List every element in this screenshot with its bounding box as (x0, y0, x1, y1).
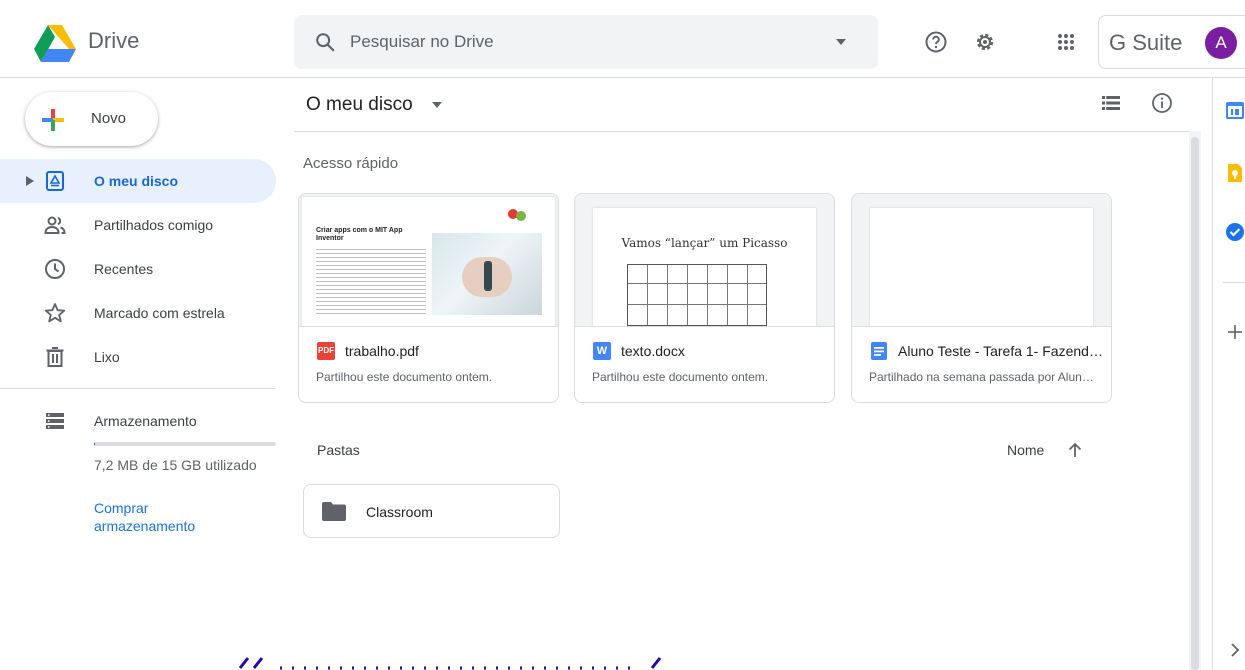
shared-people-icon (44, 216, 66, 234)
settings-gear-icon[interactable] (973, 30, 997, 54)
sidebar-item-storage[interactable]: Armazenamento (0, 399, 276, 443)
file-activity: Partilhou este documento ontem. (316, 370, 493, 384)
sort-ascending-arrow-icon[interactable] (1066, 441, 1084, 459)
search-input[interactable] (350, 29, 810, 55)
trash-icon (46, 347, 64, 367)
info-icon[interactable] (1151, 92, 1173, 114)
docx-preview-heading: Vamos “lançar” um Picasso (621, 236, 788, 250)
my-drive-icon (46, 171, 64, 191)
search-bar[interactable] (294, 15, 878, 69)
add-addon-plus-icon[interactable] (1225, 322, 1245, 342)
docx-preview-table (627, 264, 767, 326)
pdf-preview-text-lines (316, 247, 426, 317)
title-dropdown-caret-icon[interactable] (432, 102, 442, 108)
expand-side-panel-chevron-icon[interactable] (1225, 640, 1245, 660)
search-icon[interactable] (314, 31, 336, 53)
account-switcher[interactable]: G Suite A (1098, 15, 1245, 69)
file-thumbnail (852, 194, 1111, 327)
google-docs-icon (871, 342, 887, 360)
plus-icon (42, 109, 64, 131)
file-name: texto.docx (621, 343, 685, 359)
app-title[interactable]: Drive (88, 28, 139, 54)
list-view-icon[interactable] (1100, 92, 1122, 114)
pdf-preview-heading: Criar apps com o MIT App Inventor (316, 227, 403, 242)
clock-icon (45, 259, 65, 279)
pdf-preview-people-icon (508, 209, 530, 223)
star-icon (44, 303, 66, 323)
keep-icon[interactable] (1225, 163, 1245, 183)
sidebar-item-shared[interactable]: Partilhados comigo (0, 203, 276, 247)
file-activity: Partilhado na semana passada por Aluno T… (869, 370, 1099, 384)
folder-item[interactable]: Classroom (303, 484, 560, 538)
help-icon[interactable] (924, 30, 948, 54)
page-title[interactable]: O meu disco (306, 94, 413, 116)
sidebar-item-label: O meu disco (94, 173, 179, 189)
sidebar-divider (0, 388, 276, 389)
quick-access-card[interactable]: Aluno Teste - Tarefa 1- Fazendo um Googl… (851, 193, 1112, 403)
new-button[interactable]: Novo (25, 92, 158, 146)
quick-access-card[interactable]: Vamos “lançar” um Picasso W texto.docx P… (574, 193, 835, 403)
sort-by-name-button[interactable]: Nome (1007, 442, 1044, 458)
expand-arrow-icon[interactable] (26, 176, 34, 186)
sidebar-item-trash[interactable]: Lixo (0, 335, 276, 379)
new-button-label: Novo (91, 110, 127, 127)
gsuite-label: G Suite (1109, 30, 1183, 55)
top-bar: Drive G Suite A (0, 0, 1245, 78)
avatar[interactable]: A (1205, 27, 1237, 59)
sidebar-item-label: Partilhados comigo (94, 217, 214, 233)
sidebar-item-starred[interactable]: Marcado com estrela (0, 291, 276, 335)
file-thumbnail: Vamos “lançar” um Picasso (575, 194, 834, 327)
drive-logo-icon[interactable] (34, 25, 76, 62)
storage-label: Armazenamento (94, 413, 197, 429)
sidebar-item-my-drive[interactable]: O meu disco (0, 159, 276, 203)
scrollbar-thumb[interactable] (1191, 137, 1199, 670)
quick-access-label: Acesso rápido (303, 155, 399, 172)
folder-name: Classroom (366, 504, 433, 520)
pdf-file-icon: PDF (317, 342, 335, 360)
main-scrollbar[interactable] (1189, 131, 1201, 670)
search-options-caret-icon[interactable] (836, 39, 846, 45)
cropped-link-text-decoration (238, 657, 662, 670)
file-name: Aluno Teste - Tarefa 1- Fazendo um Googl… (898, 343, 1103, 359)
pdf-preview-page: Criar apps com o MIT App Inventor (302, 197, 555, 326)
file-activity: Partilhou este documento ontem. (592, 370, 769, 384)
file-name: trabalho.pdf (345, 343, 419, 359)
word-file-icon: W (593, 342, 611, 360)
pdf-preview-photo (432, 233, 542, 315)
docs-preview-page (870, 208, 1093, 326)
tasks-icon[interactable] (1225, 222, 1245, 242)
docx-preview-page: Vamos “lançar” um Picasso (593, 208, 816, 326)
folders-label: Pastas (317, 442, 360, 458)
buy-storage-link[interactable]: Comprar armazenamento (94, 499, 244, 535)
main-header-divider (294, 131, 1189, 132)
folder-icon (322, 502, 346, 521)
storage-progress-fill (94, 442, 95, 446)
sidebar-item-recent[interactable]: Recentes (0, 247, 276, 291)
storage-icon (46, 413, 64, 429)
sidebar-item-label: Recentes (94, 261, 154, 277)
file-thumbnail: Criar apps com o MIT App Inventor (299, 194, 558, 327)
sidebar-item-label: Marcado com estrela (94, 305, 225, 321)
side-panel-separator (1223, 282, 1245, 283)
side-panel-divider (1212, 78, 1213, 670)
apps-grid-icon[interactable] (1054, 30, 1078, 54)
storage-usage-text: 7,2 MB de 15 GB utilizado (94, 457, 257, 473)
storage-progress-bar (94, 442, 276, 446)
sidebar-item-label: Lixo (94, 349, 120, 365)
quick-access-card[interactable]: Criar apps com o MIT App Inventor PDF tr… (298, 193, 559, 403)
calendar-icon[interactable] (1225, 100, 1245, 120)
